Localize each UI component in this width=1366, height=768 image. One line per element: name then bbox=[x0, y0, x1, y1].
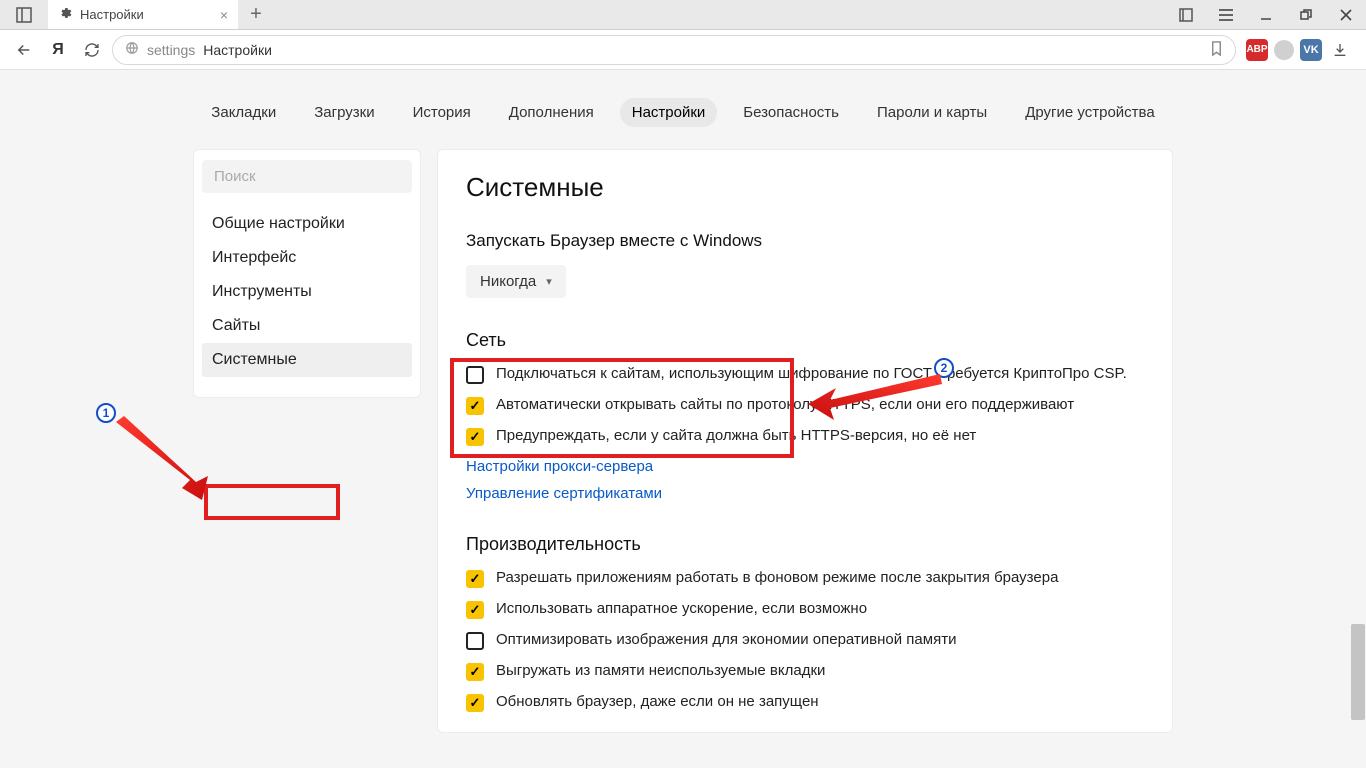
search-input[interactable]: Поиск bbox=[202, 160, 412, 193]
checkbox-gost-label: Подключаться к сайтам, использующим шифр… bbox=[496, 365, 1127, 382]
performance-title: Производительность bbox=[466, 534, 1144, 555]
checkbox-unload-tabs[interactable] bbox=[466, 663, 484, 681]
downloads-icon[interactable] bbox=[1328, 42, 1352, 58]
checkbox-auto-update-label: Обновлять браузер, даже если он не запущ… bbox=[496, 693, 819, 710]
link-certificates[interactable]: Управление сертификатами bbox=[466, 485, 662, 502]
yandex-logo[interactable]: Я bbox=[44, 41, 72, 59]
startup-title: Запускать Браузер вместе с Windows bbox=[466, 231, 1144, 251]
nav-passwords[interactable]: Пароли и карты bbox=[865, 98, 999, 127]
new-tab-button[interactable]: + bbox=[238, 0, 274, 29]
checkbox-optimize-images[interactable] bbox=[466, 632, 484, 650]
checkbox-optimize-images-label: Оптимизировать изображения для экономии … bbox=[496, 631, 956, 648]
toolbar: Я settings Настройки ABP VK bbox=[0, 30, 1366, 70]
checkbox-https-warn[interactable] bbox=[466, 428, 484, 446]
close-icon[interactable]: × bbox=[220, 7, 228, 23]
nav-history[interactable]: История bbox=[401, 98, 483, 127]
minimize-button[interactable] bbox=[1246, 0, 1286, 30]
network-section: Сеть Подключаться к сайтам, использующим… bbox=[466, 330, 1144, 502]
vk-extension-icon[interactable]: VK bbox=[1300, 39, 1322, 61]
reader-icon[interactable] bbox=[1166, 0, 1206, 30]
globe-icon bbox=[125, 41, 139, 58]
checkbox-gost[interactable] bbox=[466, 366, 484, 384]
gear-icon bbox=[58, 6, 72, 23]
bookmark-icon[interactable] bbox=[1210, 41, 1223, 59]
back-button[interactable] bbox=[8, 34, 40, 66]
scrollbar-thumb[interactable] bbox=[1351, 624, 1365, 720]
reload-button[interactable] bbox=[76, 34, 108, 66]
close-window-button[interactable] bbox=[1326, 0, 1366, 30]
sidebar-item-tools[interactable]: Инструменты bbox=[202, 275, 412, 309]
window-controls bbox=[1166, 0, 1366, 29]
menu-icon[interactable] bbox=[1206, 0, 1246, 30]
checkbox-background-apps-label: Разрешать приложениям работать в фоновом… bbox=[496, 569, 1058, 586]
checkbox-hw-accel[interactable] bbox=[466, 601, 484, 619]
network-title: Сеть bbox=[466, 330, 1144, 351]
sidebar-item-sites[interactable]: Сайты bbox=[202, 309, 412, 343]
checkbox-https-warn-label: Предупреждать, если у сайта должна быть … bbox=[496, 427, 976, 444]
nav-addons[interactable]: Дополнения bbox=[497, 98, 606, 127]
maximize-button[interactable] bbox=[1286, 0, 1326, 30]
startup-section: Запускать Браузер вместе с Windows Никог… bbox=[466, 231, 1144, 298]
sidebar-item-general[interactable]: Общие настройки bbox=[202, 207, 412, 241]
address-bar[interactable]: settings Настройки bbox=[112, 35, 1236, 65]
titlebar: Настройки × + bbox=[0, 0, 1366, 30]
sidebar-item-system[interactable]: Системные bbox=[202, 343, 412, 377]
checkbox-unload-tabs-label: Выгружать из памяти неиспользуемые вклад… bbox=[496, 662, 825, 679]
checkbox-hw-accel-label: Использовать аппаратное ускорение, если … bbox=[496, 600, 867, 617]
link-proxy-settings[interactable]: Настройки прокси-сервера bbox=[466, 458, 653, 475]
settings-sidebar: Поиск Общие настройки Интерфейс Инструме… bbox=[193, 149, 421, 398]
chevron-down-icon: ▾ bbox=[546, 275, 552, 288]
browser-tab[interactable]: Настройки × bbox=[48, 0, 238, 29]
page-title: Системные bbox=[466, 172, 1144, 203]
startup-dropdown-value: Никогда bbox=[480, 273, 536, 290]
checkbox-https-auto-label: Автоматически открывать сайты по протоко… bbox=[496, 396, 1074, 413]
address-prefix: settings bbox=[147, 42, 195, 58]
startup-dropdown[interactable]: Никогда ▾ bbox=[466, 265, 566, 298]
settings-main-panel: Системные Запускать Браузер вместе с Win… bbox=[437, 149, 1173, 733]
checkbox-auto-update[interactable] bbox=[466, 694, 484, 712]
tab-title: Настройки bbox=[80, 7, 212, 22]
nav-downloads[interactable]: Загрузки bbox=[302, 98, 386, 127]
settings-page: Закладки Загрузки История Дополнения Нас… bbox=[0, 70, 1366, 768]
nav-other-devices[interactable]: Другие устройства bbox=[1013, 98, 1166, 127]
nav-settings[interactable]: Настройки bbox=[620, 98, 718, 127]
side-panel-toggle[interactable] bbox=[0, 0, 48, 29]
extension-globe-icon[interactable] bbox=[1274, 40, 1294, 60]
checkbox-https-auto[interactable] bbox=[466, 397, 484, 415]
address-page: Настройки bbox=[203, 42, 272, 58]
performance-section: Производительность Разрешать приложениям… bbox=[466, 534, 1144, 712]
sidebar-item-interface[interactable]: Интерфейс bbox=[202, 241, 412, 275]
abp-extension-icon[interactable]: ABP bbox=[1246, 39, 1268, 61]
checkbox-background-apps[interactable] bbox=[466, 570, 484, 588]
nav-bookmarks[interactable]: Закладки bbox=[199, 98, 288, 127]
nav-security[interactable]: Безопасность bbox=[731, 98, 851, 127]
settings-top-nav: Закладки Загрузки История Дополнения Нас… bbox=[0, 98, 1366, 127]
